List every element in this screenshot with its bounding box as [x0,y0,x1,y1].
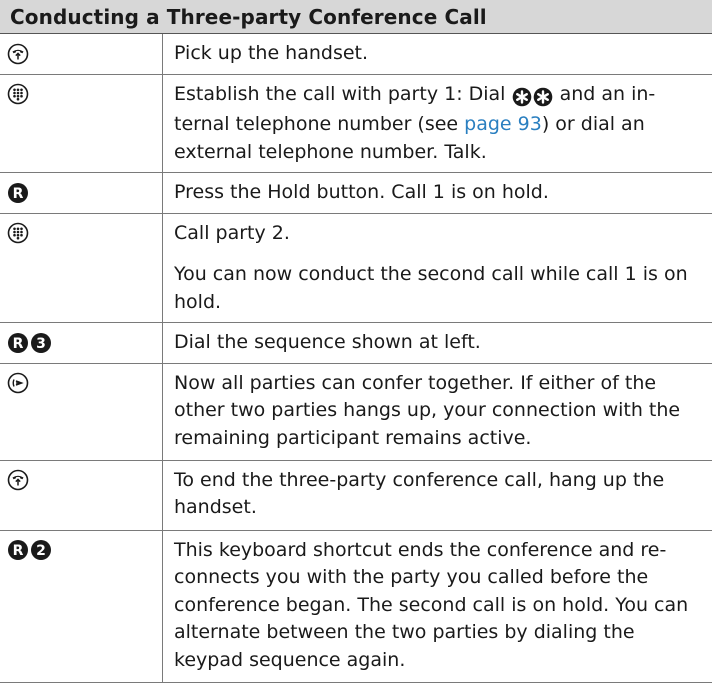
table-row: Call party 2. You can now conduct the se… [0,212,712,323]
step-text-cell: This keyboard shortcut ends the conferen… [162,529,712,683]
step-text-cell: Establish the call with party 1: Dial an… [162,73,712,173]
step-text: Now all parties can confer together. If … [174,371,681,449]
icon-cell [0,212,163,323]
svg-text:R: R [13,543,24,559]
table-row: Pick up the handset. [0,34,712,75]
table-row: To end the three-party conference call, … [0,459,712,531]
step-text-cell: Now all parties can confer together. If … [162,362,712,461]
keypad-icon [7,83,29,105]
keypad-icon [7,222,29,244]
step-text: Press the Hold button. Call 1 is on hold… [174,181,549,203]
table-row: R Press the Hold button. Call 1 is on ho… [0,172,712,214]
step-text: This keyboard shortcut ends the conferen… [174,538,689,671]
star-keys [512,84,554,112]
step-text-cell: To end the three-party conference call, … [162,459,712,531]
icon-cell [0,459,163,531]
step-text-cell: Pick up the handset. [162,34,712,75]
star-key-icon [533,87,552,107]
page-link[interactable]: page 93 [464,113,542,135]
step-text-cell: Call party 2. You can now conduct the se… [162,212,712,323]
svg-text:R: R [13,336,24,352]
icon-cell [0,362,163,461]
table-row: Now all parties can confer together. If … [0,362,712,461]
document-page: Conducting a Three-party Conference Call… [0,0,712,696]
r-key-icon: R [8,182,28,203]
step-text-cell: Dial the sequence shown at left. [162,322,712,364]
handset-pickup-icon [7,43,29,64]
step-note: You can now conduct the second call whil… [174,263,688,313]
handset-hangup-icon [7,469,29,491]
step-text: Call party 2. [174,221,290,244]
conference-icon [7,372,29,394]
section-title: Conducting a Three-party Conference Call [0,0,712,34]
three-key-icon: 3 [31,332,51,353]
r-key-icon: R [8,332,28,353]
table-row: R 2 This keyboard shortcut ends the conf… [0,529,712,683]
icon-cell [0,34,163,75]
svg-text:3: 3 [36,336,46,352]
r-key-icon: R [8,540,28,560]
star-key-icon [512,87,531,107]
step-text-part: Establish the call with party 1: Dial [174,82,506,105]
svg-text:R: R [13,186,24,202]
icon-cell [0,73,163,173]
table-row: R 3 Dial the sequence shown at left. [0,322,712,364]
step-text: Establish the call with party 1: Dial an… [174,81,704,167]
icon-cell: R 3 [0,322,163,364]
table-row: Establish the call with party 1: Dial an… [0,73,712,173]
icon-cell: R 2 [0,529,163,683]
svg-text:2: 2 [36,543,46,559]
step-text: Pick up the handset. [174,42,369,64]
step-text-cell: Press the Hold button. Call 1 is on hold… [162,172,712,214]
two-key-icon: 2 [31,540,51,560]
icon-cell: R [0,172,163,214]
step-text: Dial the sequence shown at left. [174,331,481,353]
instruction-table: Pick up the handset. Establish the call … [0,34,712,683]
step-text: To end the three-party conference call, … [174,468,665,519]
